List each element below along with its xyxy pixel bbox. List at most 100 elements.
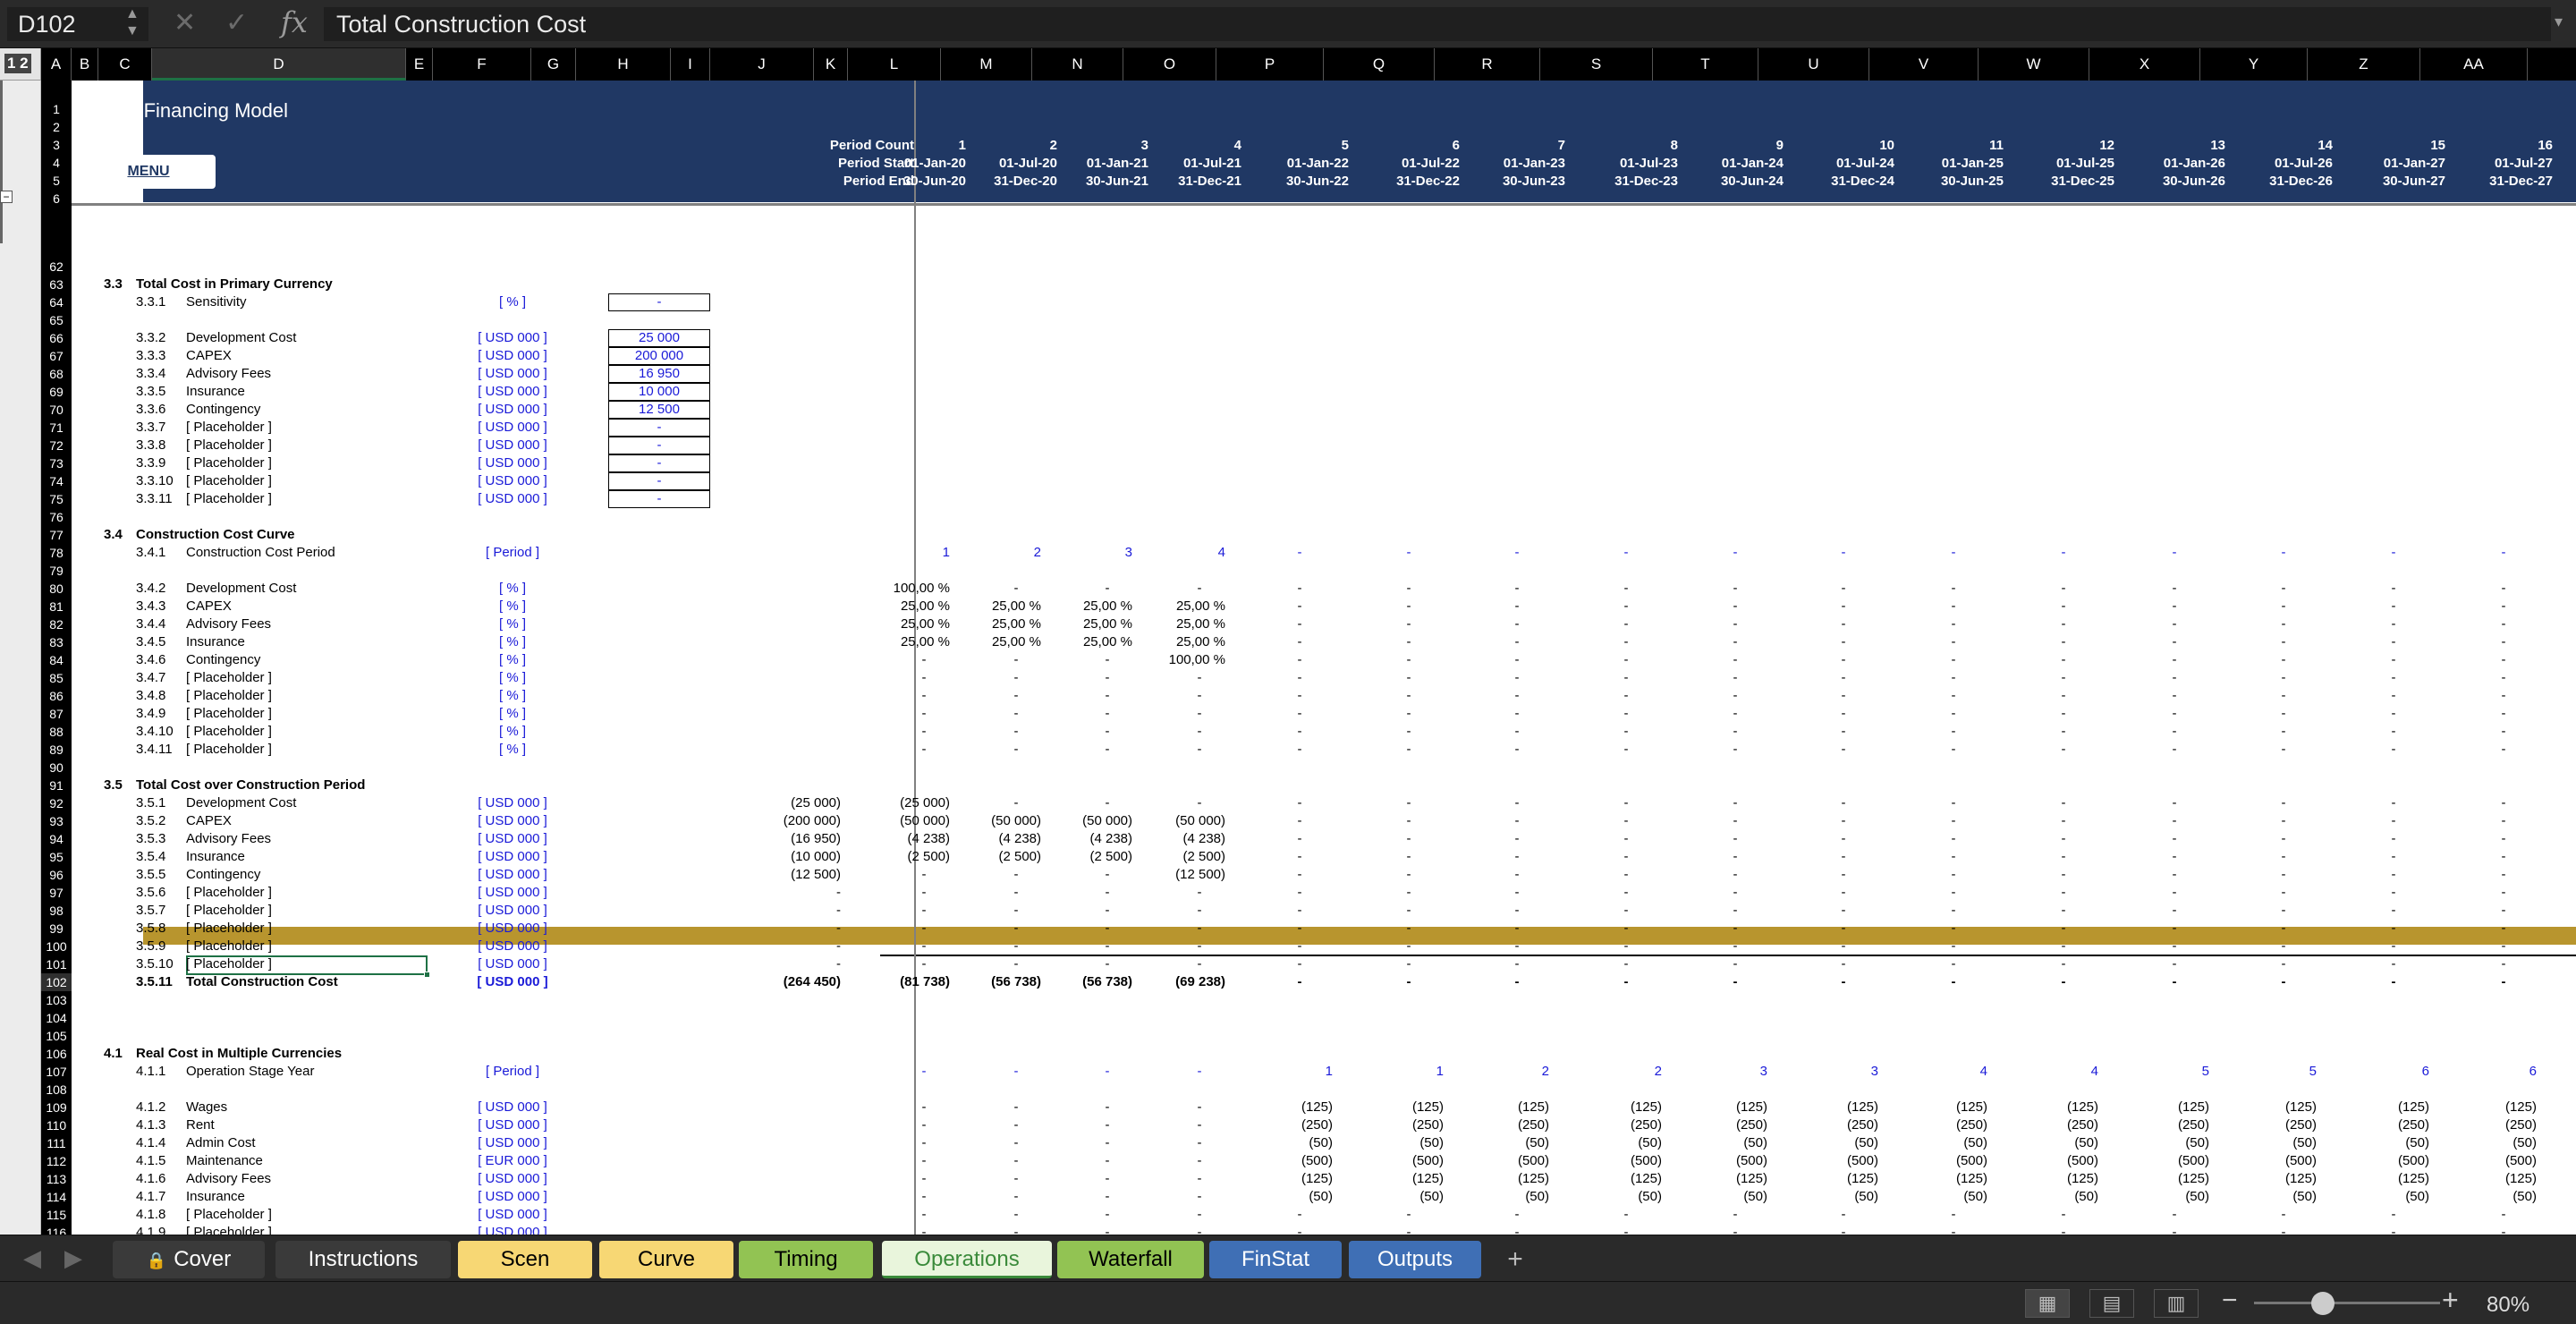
column-header[interactable]: I — [671, 48, 710, 81]
row-header[interactable]: 2 — [41, 118, 72, 136]
row-header[interactable]: 94 — [41, 830, 72, 848]
sheet-tab-curve[interactable]: Curve — [599, 1241, 733, 1278]
row-header[interactable]: 81 — [41, 598, 72, 615]
row-header[interactable]: 3 — [41, 136, 72, 154]
outline-levels[interactable]: 1 2 — [4, 54, 31, 73]
column-header[interactable]: V — [1869, 48, 1979, 81]
input-cell[interactable]: - — [608, 437, 710, 454]
row-header[interactable]: 95 — [41, 848, 72, 866]
row-header[interactable]: 74 — [41, 472, 72, 490]
confirm-icon[interactable]: ✓ — [225, 7, 248, 38]
row-header[interactable]: 66 — [41, 329, 72, 347]
scroll-tabs-right-icon[interactable]: ▶ — [64, 1244, 82, 1272]
sheet-tab-timing[interactable]: Timing — [739, 1241, 873, 1278]
column-header[interactable]: L — [848, 48, 941, 81]
row-header[interactable]: 76 — [41, 508, 72, 526]
row-header[interactable]: 91 — [41, 777, 72, 794]
row-header[interactable]: 75 — [41, 490, 72, 508]
sheet-tab-cover[interactable]: 🔒 Cover — [113, 1241, 265, 1278]
row-header[interactable]: 67 — [41, 347, 72, 365]
row-header[interactable]: 115 — [41, 1206, 72, 1224]
row-header[interactable]: 69 — [41, 383, 72, 401]
column-header[interactable]: T — [1653, 48, 1758, 81]
row-header[interactable]: 90 — [41, 759, 72, 777]
column-header[interactable]: X — [2089, 48, 2200, 81]
row-header[interactable]: 77 — [41, 526, 72, 544]
row-header[interactable]: 99 — [41, 920, 72, 938]
row-header[interactable]: 103 — [41, 991, 72, 1009]
row-header[interactable]: 106 — [41, 1045, 72, 1063]
sheet-tab-waterfall[interactable]: Waterfall — [1057, 1241, 1204, 1278]
row-header[interactable]: 100 — [41, 938, 72, 955]
row-header[interactable]: 93 — [41, 812, 72, 830]
column-header[interactable]: A — [41, 48, 72, 81]
column-header[interactable]: R — [1435, 48, 1540, 81]
sheet-tab-scen[interactable]: Scen — [458, 1241, 592, 1278]
column-header[interactable]: N — [1032, 48, 1123, 81]
row-header[interactable]: 62 — [41, 258, 72, 276]
row-headers[interactable]: 1 2 3 4 5 6 62 63 64 65 66 67 68 69 70 71 72 73 74 75 76 77 78… — [41, 81, 72, 1235]
input-cell[interactable]: - — [608, 490, 710, 508]
zoom-slider[interactable] — [2254, 1302, 2440, 1304]
row-header[interactable]: 108 — [41, 1081, 72, 1099]
insert-function-icon[interactable]: fx — [281, 5, 308, 39]
column-header[interactable]: D — [152, 48, 406, 81]
row-header[interactable]: 109 — [41, 1099, 72, 1116]
row-header[interactable]: 1 — [41, 100, 72, 118]
input-cell[interactable]: 10 000 — [608, 383, 710, 401]
input-cell[interactable]: - — [608, 472, 710, 490]
input-cell[interactable]: - — [608, 419, 710, 437]
row-header[interactable]: 101 — [41, 955, 72, 973]
column-header[interactable]: M — [941, 48, 1032, 81]
column-header[interactable]: F — [433, 48, 531, 81]
row-header[interactable]: 112 — [41, 1152, 72, 1170]
column-header[interactable]: W — [1979, 48, 2089, 81]
row-header[interactable]: 88 — [41, 723, 72, 741]
row-header[interactable]: 96 — [41, 866, 72, 884]
cancel-icon[interactable]: ✕ — [174, 7, 196, 38]
normal-view-icon[interactable]: ▦ — [2025, 1289, 2070, 1318]
expand-formula-bar-icon[interactable]: ▾ — [2555, 13, 2563, 31]
column-header[interactable]: K — [814, 48, 848, 81]
outline-level-buttons[interactable]: 1 2 — [0, 48, 41, 81]
input-cell[interactable]: - — [608, 293, 710, 311]
column-header[interactable]: O — [1123, 48, 1216, 81]
row-header[interactable]: 116 — [41, 1224, 72, 1235]
column-header[interactable]: S — [1540, 48, 1653, 81]
row-header[interactable]: 92 — [41, 794, 72, 812]
input-cell[interactable]: 16 950 — [608, 365, 710, 383]
row-header[interactable]: 68 — [41, 365, 72, 383]
column-header[interactable]: G — [531, 48, 576, 81]
menu-button[interactable]: MENU — [81, 155, 216, 189]
scroll-tabs-left-icon[interactable]: ◀ — [23, 1244, 41, 1272]
row-header[interactable]: 64 — [41, 293, 72, 311]
column-header[interactable]: AA — [2420, 48, 2528, 81]
input-cell[interactable]: 12 500 — [608, 401, 710, 419]
zoom-in-button[interactable]: + — [2442, 1284, 2459, 1317]
sheet-tab-outputs[interactable]: Outputs — [1349, 1241, 1481, 1278]
page-break-preview-icon[interactable]: ▥ — [2154, 1289, 2199, 1318]
input-cell[interactable]: - — [608, 454, 710, 472]
row-header[interactable]: 80 — [41, 580, 72, 598]
row-header[interactable]: 89 — [41, 741, 72, 759]
row-header[interactable]: 63 — [41, 276, 72, 293]
column-header[interactable]: Z — [2308, 48, 2420, 81]
outline-gutter[interactable]: − — [0, 81, 41, 1235]
column-header[interactable]: C — [98, 48, 152, 81]
column-header[interactable]: E — [406, 48, 433, 81]
row-header[interactable]: 104 — [41, 1009, 72, 1027]
row-header[interactable]: 82 — [41, 615, 72, 633]
row-header[interactable]: 86 — [41, 687, 72, 705]
collapse-group-icon[interactable]: − — [0, 191, 13, 203]
row-header[interactable]: 71 — [41, 419, 72, 437]
zoom-out-button[interactable]: − — [2222, 1286, 2238, 1316]
sheet-tab-instructions[interactable]: Instructions — [275, 1241, 451, 1278]
row-header[interactable]: 85 — [41, 669, 72, 687]
zoom-slider-thumb[interactable] — [2311, 1292, 2334, 1315]
row-header[interactable]: 105 — [41, 1027, 72, 1045]
row-header[interactable]: 113 — [41, 1170, 72, 1188]
add-sheet-button[interactable]: + — [1490, 1241, 1540, 1278]
column-header[interactable]: Q — [1324, 48, 1435, 81]
row-header[interactable]: 98 — [41, 902, 72, 920]
row-header[interactable]: 84 — [41, 651, 72, 669]
